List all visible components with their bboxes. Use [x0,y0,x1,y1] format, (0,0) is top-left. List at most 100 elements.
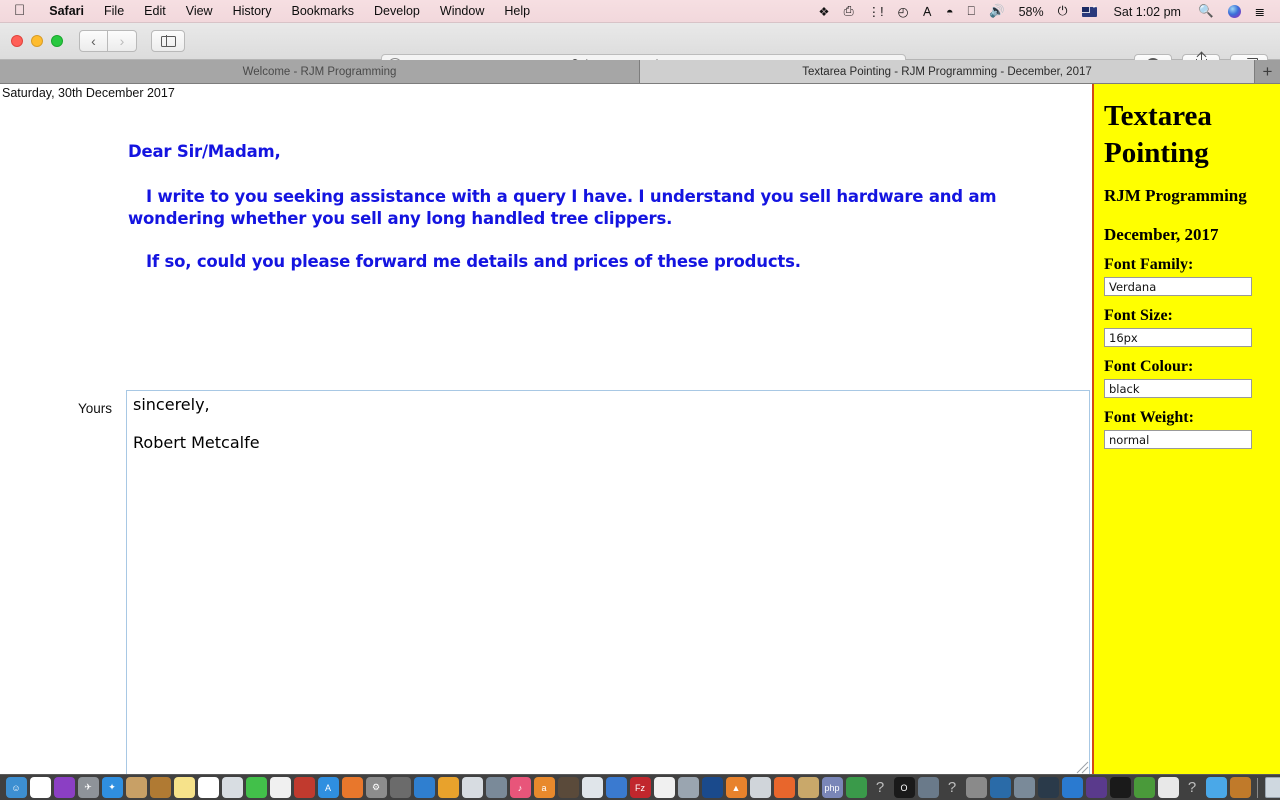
notification-center-icon[interactable]: ≣ [1255,4,1265,19]
maps-icon[interactable] [581,777,603,798]
terminal-icon[interactable] [1109,777,1131,798]
volume-icon[interactable]: 🔊 [989,4,1005,19]
font-weight-input[interactable] [1104,430,1252,449]
launchpad-icon[interactable]: ✈ [77,777,99,798]
battery-percent-label: 58% [1018,4,1044,19]
menu-item-history[interactable]: History [223,4,282,18]
sidebar-panel: Textarea Pointing RJM Programming Decemb… [1092,84,1280,774]
font-colour-label: Font Colour: [1104,358,1194,375]
unknown-app-3-icon[interactable]: ? [1182,777,1203,798]
menu-item-bookmarks[interactable]: Bookmarks [281,4,364,18]
bin-blue-icon[interactable] [413,777,435,798]
menu-item-window[interactable]: Window [430,4,494,18]
wolfram-icon[interactable] [437,777,459,798]
tab-welcome[interactable]: Welcome - RJM Programming [0,60,640,83]
photos-icon[interactable] [269,777,291,798]
font-size-input[interactable] [1104,328,1252,347]
signoff-textarea[interactable] [126,390,1090,774]
contacts-icon[interactable] [125,777,147,798]
nodejs-dots-icon[interactable] [1133,777,1155,798]
globe-grid-icon[interactable] [1037,777,1059,798]
screenshot-app-icon[interactable] [1013,777,1035,798]
sidebar-title-line1: Textarea [1104,100,1212,132]
finder-icon[interactable]: ☺ [5,777,27,798]
bluetooth-icon[interactable]: 𐌀 [922,4,931,19]
php-icon[interactable]: php [821,777,843,798]
minimized-window-1[interactable] [1264,777,1280,798]
australia-flag-icon[interactable] [1081,4,1097,17]
close-window-button[interactable] [11,35,23,47]
yours-label: Yours [78,401,113,416]
gimp-icon[interactable] [557,777,579,798]
menu-item-develop[interactable]: Develop [364,4,430,18]
preview-icon[interactable] [221,777,243,798]
navigation-buttons: ‹ › [79,30,137,52]
show-sidebar-button[interactable] [151,30,185,52]
messages-icon[interactable] [245,777,267,798]
virtualbox-icon[interactable] [917,777,939,798]
back-button[interactable]: ‹ [79,30,108,52]
vscode-icon[interactable] [989,777,1011,798]
new-tab-button[interactable]: + [1255,60,1280,83]
forward-button[interactable]: › [108,30,137,52]
text-app-icon[interactable] [797,777,819,798]
screen-mirroring-icon[interactable]: ⎕ [968,4,976,19]
image-capture-icon[interactable] [485,777,507,798]
document-icon[interactable] [29,777,51,798]
font-family-input[interactable] [1104,277,1252,296]
github-icon[interactable] [1085,777,1107,798]
pen-app-icon[interactable] [461,777,483,798]
unknown-app-2-icon[interactable]: ? [942,777,963,798]
android-studio-icon[interactable] [845,777,867,798]
folder-icon[interactable] [1205,777,1227,798]
menu-item-file[interactable]: File [94,4,134,18]
notes-icon[interactable] [173,777,195,798]
maximize-window-button[interactable] [51,35,63,47]
spotlight-search-icon[interactable]: 🔍 [1198,4,1214,19]
swift-icon[interactable] [1061,777,1083,798]
itunes-icon[interactable]: ♪ [509,777,531,798]
keys-icon[interactable] [965,777,987,798]
web-page-content: Saturday, 30th December 2017 Dear Sir/Ma… [0,84,1280,774]
ibooks-icon[interactable] [341,777,363,798]
calendar-icon[interactable]: 30 [197,777,219,798]
battery-charging-icon[interactable]: ⏻ [1058,4,1068,19]
unknown-app-1-icon[interactable]: ? [870,777,891,798]
menu-bar-clock[interactable]: Sat 1:02 pm [1114,5,1181,19]
app-store-icon[interactable]: A [317,777,339,798]
system-preferences-icon[interactable]: ⚙ [365,777,387,798]
airport-utility-icon[interactable] [389,777,411,798]
dropbox-icon[interactable]: ❖ [818,4,829,19]
amazon-icon[interactable]: a [533,777,555,798]
menu-item-help[interactable]: Help [494,4,540,18]
tab-textarea-pointing[interactable]: Textarea Pointing - RJM Programming - De… [640,60,1255,83]
filezilla-icon[interactable]: Fz [629,777,651,798]
notes-book-icon[interactable] [149,777,171,798]
safari-icon[interactable]: ✦ [101,777,123,798]
airplay-audio-icon[interactable]: ⎙ [844,4,854,19]
qr-app-icon[interactable] [293,777,315,798]
siri-icon[interactable] [1227,5,1241,18]
opera-icon[interactable]: O [893,777,915,798]
opera-blue-icon[interactable] [701,777,723,798]
inkdrop-icon[interactable] [1157,777,1179,798]
time-machine-icon[interactable]: ◴ [898,4,909,19]
remote-desktop-icon[interactable] [605,777,627,798]
cube-icon[interactable] [749,777,771,798]
violin-icon[interactable] [1229,777,1251,798]
menu-item-view[interactable]: View [176,4,223,18]
menu-item-safari[interactable]: Safari [39,4,94,18]
safari-toolbar: ‹ › + rjmprogramming.com.au ↻ ▼ [0,23,1280,76]
wifi-signal-dots-icon[interactable]: ⋮! [868,4,884,19]
font-colour-input[interactable] [1104,379,1252,398]
minimize-window-button[interactable] [31,35,43,47]
menu-item-edit[interactable]: Edit [134,4,176,18]
sidebar-icon [160,35,176,47]
siri-icon[interactable] [53,777,75,798]
chrome-icon[interactable] [653,777,675,798]
vlc-icon[interactable]: ▲ [725,777,747,798]
apple-logo-icon[interactable]:  [14,3,25,18]
firefox-icon[interactable] [773,777,795,798]
wifi-icon[interactable]: ◓ [946,5,954,19]
ie-icon[interactable] [677,777,699,798]
